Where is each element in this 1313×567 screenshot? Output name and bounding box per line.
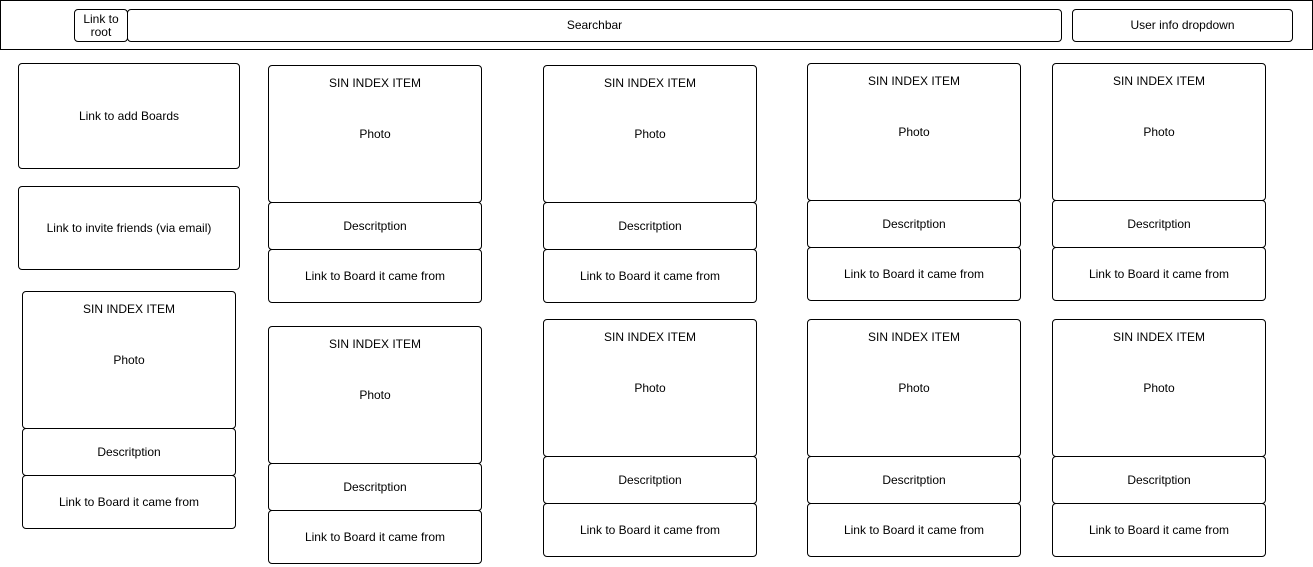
pin-photo[interactable]: SIN INDEX ITEM Photo (807, 63, 1021, 201)
pin-description: Descritption (268, 202, 482, 250)
pin-description: Descritption (543, 202, 757, 250)
search-bar[interactable]: Searchbar (127, 9, 1062, 42)
pin-board-link-label: Link to Board it came from (304, 268, 446, 283)
pin-description: Descritption (1052, 200, 1266, 248)
pin-photo-label: Photo (634, 127, 666, 141)
pin-description-label: Descritption (343, 479, 407, 494)
add-boards-link-label: Link to add Boards (78, 108, 180, 123)
pin-description-label: Descritption (618, 472, 682, 487)
pin-photo-label: Photo (1143, 381, 1175, 395)
add-boards-link[interactable]: Link to add Boards (18, 63, 240, 169)
pin-description: Descritption (1052, 456, 1266, 504)
pin-title: SIN INDEX ITEM (867, 330, 960, 344)
pin-board-link-label: Link to Board it came from (1088, 522, 1230, 537)
pin-title: SIN INDEX ITEM (867, 74, 960, 88)
pin-description: Descritption (543, 456, 757, 504)
pin-description-label: Descritption (882, 472, 946, 487)
pin-title: SIN INDEX ITEM (603, 330, 696, 344)
pin-photo-label: Photo (359, 388, 391, 402)
pin-board-link-label: Link to Board it came from (304, 529, 446, 544)
pin-description-label: Descritption (618, 218, 682, 233)
pin-photo[interactable]: SIN INDEX ITEM Photo (807, 319, 1021, 457)
pin-board-link[interactable]: Link to Board it came from (543, 503, 757, 557)
pin-description-label: Descritption (1127, 216, 1191, 231)
pin-board-link[interactable]: Link to Board it came from (1052, 247, 1266, 301)
pin-title: SIN INDEX ITEM (603, 76, 696, 90)
pin-photo[interactable]: SIN INDEX ITEM Photo (543, 65, 757, 203)
pin-title: SIN INDEX ITEM (1112, 74, 1205, 88)
pin-description-label: Descritption (343, 218, 407, 233)
search-bar-label: Searchbar (566, 18, 623, 32)
pin-title: SIN INDEX ITEM (328, 337, 421, 351)
pin-photo-label: Photo (113, 353, 145, 367)
pin-photo[interactable]: SIN INDEX ITEM Photo (22, 291, 236, 429)
pin-board-link-label: Link to Board it came from (843, 266, 985, 281)
pin-photo[interactable]: SIN INDEX ITEM Photo (1052, 63, 1266, 201)
pin-board-link[interactable]: Link to Board it came from (268, 510, 482, 564)
pin-description: Descritption (807, 456, 1021, 504)
pin-photo-label: Photo (359, 127, 391, 141)
pin-board-link-label: Link to Board it came from (1088, 266, 1230, 281)
pin-description: Descritption (22, 428, 236, 476)
pin-photo-label: Photo (1143, 125, 1175, 139)
user-info-dropdown[interactable]: User info dropdown (1072, 9, 1293, 42)
pin-board-link-label: Link to Board it came from (579, 522, 721, 537)
pin-photo-label: Photo (898, 381, 930, 395)
root-link-label: Link to root (83, 11, 119, 39)
pin-board-link[interactable]: Link to Board it came from (807, 503, 1021, 557)
pin-title: SIN INDEX ITEM (82, 302, 175, 316)
pin-description: Descritption (807, 200, 1021, 248)
pin-photo[interactable]: SIN INDEX ITEM Photo (268, 65, 482, 203)
pin-board-link-label: Link to Board it came from (843, 522, 985, 537)
pin-photo-label: Photo (898, 125, 930, 139)
pin-photo-label: Photo (634, 381, 666, 395)
invite-friends-link-label: Link to invite friends (via email) (46, 220, 212, 235)
pin-photo[interactable]: SIN INDEX ITEM Photo (1052, 319, 1266, 457)
pin-board-link-label: Link to Board it came from (58, 494, 200, 509)
pin-board-link[interactable]: Link to Board it came from (22, 475, 236, 529)
pin-description-label: Descritption (1127, 472, 1191, 487)
pin-photo[interactable]: SIN INDEX ITEM Photo (268, 326, 482, 464)
pin-board-link[interactable]: Link to Board it came from (268, 249, 482, 303)
user-info-dropdown-label: User info dropdown (1130, 18, 1235, 32)
pin-title: SIN INDEX ITEM (328, 76, 421, 90)
pin-board-link[interactable]: Link to Board it came from (807, 247, 1021, 301)
pin-description-label: Descritption (97, 444, 161, 459)
pin-photo[interactable]: SIN INDEX ITEM Photo (543, 319, 757, 457)
invite-friends-link[interactable]: Link to invite friends (via email) (18, 186, 240, 270)
pin-board-link-label: Link to Board it came from (579, 268, 721, 283)
pin-description-label: Descritption (882, 216, 946, 231)
root-link[interactable]: Link to root (74, 9, 128, 42)
pin-board-link[interactable]: Link to Board it came from (543, 249, 757, 303)
pin-description: Descritption (268, 463, 482, 511)
pin-board-link[interactable]: Link to Board it came from (1052, 503, 1266, 557)
pin-title: SIN INDEX ITEM (1112, 330, 1205, 344)
